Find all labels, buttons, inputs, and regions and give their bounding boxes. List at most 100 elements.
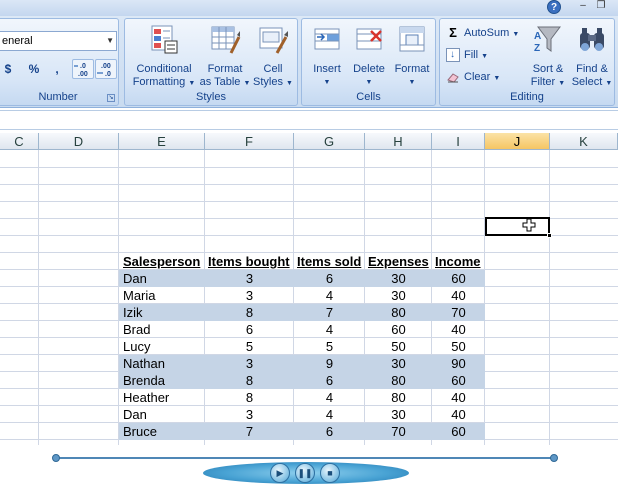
table-cell-bought[interactable]: 3 [205, 270, 294, 287]
seek-start-handle[interactable] [52, 454, 60, 462]
column-header-d[interactable]: D [39, 133, 119, 150]
sort-filter-button[interactable]: A Z Sort & Filter ▼ [526, 23, 570, 90]
table-cell-sold[interactable]: 6 [294, 423, 365, 440]
decrease-decimal-button[interactable]: .00 .0 [95, 59, 117, 79]
table-cell-bought[interactable]: 3 [205, 287, 294, 304]
percent-button[interactable]: % [24, 59, 44, 79]
currency-button[interactable]: $ [1, 59, 15, 79]
number-dialog-launcher-icon[interactable]: ↘ [107, 94, 115, 102]
table-cell-expenses[interactable]: 30 [365, 287, 432, 304]
table-cell-name[interactable]: Dan [123, 270, 203, 287]
header-expenses[interactable]: Expenses [368, 253, 429, 270]
table-cell-income[interactable]: 60 [432, 372, 485, 389]
table-cell-bought[interactable]: 8 [205, 304, 294, 321]
table-cell-bought[interactable]: 3 [205, 406, 294, 423]
table-cell-sold[interactable]: 6 [294, 270, 365, 287]
table-cell-sold[interactable]: 7 [294, 304, 365, 321]
table-cell-name[interactable]: Heather [123, 389, 203, 406]
clear-button[interactable]: Clear ▼ [446, 68, 500, 86]
table-cell-expenses[interactable]: 70 [365, 423, 432, 440]
column-header-f[interactable]: F [205, 133, 294, 150]
increase-decimal-button[interactable]: .0 .00 [72, 59, 94, 79]
comma-style-button[interactable]: , [50, 59, 64, 79]
column-header-e[interactable]: E [119, 133, 205, 150]
column-header-g[interactable]: G [294, 133, 365, 150]
table-cell-income[interactable]: 70 [432, 304, 485, 321]
svg-text:.00: .00 [78, 71, 88, 78]
table-cell-name[interactable]: Brenda [123, 372, 203, 389]
delete-button[interactable]: Delete ▼ [348, 23, 390, 89]
seek-track[interactable] [56, 457, 554, 459]
column-header-c[interactable]: C [0, 133, 39, 150]
format-as-table-button[interactable]: Format as Table ▼ [199, 23, 251, 90]
column-header-j[interactable]: J [485, 133, 550, 150]
header-salesperson[interactable]: Salesperson [123, 253, 200, 270]
table-cell-bought[interactable]: 5 [205, 338, 294, 355]
table-cell-bought[interactable]: 6 [205, 321, 294, 338]
table-cell-expenses[interactable]: 80 [365, 304, 432, 321]
table-cell-income[interactable]: 40 [432, 389, 485, 406]
header-items-bought[interactable]: Items bought [208, 253, 290, 270]
table-cell-income[interactable]: 50 [432, 338, 485, 355]
table-cell-name[interactable]: Dan [123, 406, 203, 423]
seek-end-handle[interactable] [550, 454, 558, 462]
table-cell-bought[interactable]: 7 [205, 423, 294, 440]
table-cell-name[interactable]: Nathan [123, 355, 203, 372]
table-cell-sold[interactable]: 4 [294, 287, 365, 304]
header-items-sold[interactable]: Items sold [297, 253, 361, 270]
play-button[interactable]: ▶ [270, 463, 290, 483]
table-cell-expenses[interactable]: 80 [365, 372, 432, 389]
fill-button[interactable]: ↓ Fill ▼ [446, 46, 488, 64]
insert-button[interactable]: Insert ▼ [306, 23, 348, 89]
table-cell-income[interactable]: 90 [432, 355, 485, 372]
table-cell-bought[interactable]: 8 [205, 389, 294, 406]
formula-bar[interactable] [0, 110, 618, 130]
table-cell-income[interactable]: 40 [432, 406, 485, 423]
header-income[interactable]: Income [435, 253, 481, 270]
table-cell-expenses[interactable]: 30 [365, 355, 432, 372]
pause-button[interactable]: ❚❚ [295, 463, 315, 483]
help-icon[interactable]: ? [547, 0, 561, 14]
minimize-ribbon-icon[interactable]: ‒ [576, 1, 590, 13]
table-cell-income[interactable]: 60 [432, 270, 485, 287]
active-cell-selection[interactable] [485, 217, 552, 238]
fill-handle[interactable] [547, 233, 552, 238]
autosum-button[interactable]: Σ AutoSum ▼ [446, 24, 519, 42]
table-cell-sold[interactable]: 9 [294, 355, 365, 372]
table-cell-expenses[interactable]: 30 [365, 270, 432, 287]
format-as-table-label-2: as Table [199, 76, 241, 88]
table-cell-expenses[interactable]: 30 [365, 406, 432, 423]
restore-window-icon[interactable]: ❐ [594, 1, 608, 13]
column-header-h[interactable]: H [365, 133, 432, 150]
stop-button[interactable]: ■ [320, 463, 340, 483]
chevron-down-icon: ▼ [243, 80, 251, 87]
table-cell-name[interactable]: Maria [123, 287, 203, 304]
table-cell-name[interactable]: Lucy [123, 338, 203, 355]
column-header-k[interactable]: K [550, 133, 618, 150]
table-cell-name[interactable]: Izik [123, 304, 203, 321]
table-cell-expenses[interactable]: 60 [365, 321, 432, 338]
table-cell-sold[interactable]: 4 [294, 389, 365, 406]
table-cell-sold[interactable]: 4 [294, 321, 365, 338]
conditional-formatting-button[interactable]: Conditional Formatting ▼ [129, 23, 199, 90]
table-cell-name[interactable]: Bruce [123, 423, 203, 440]
table-cell-name[interactable]: Brad [123, 321, 203, 338]
table-cell-sold[interactable]: 6 [294, 372, 365, 389]
table-cell-expenses[interactable]: 80 [365, 389, 432, 406]
cell-styles-button[interactable]: Cell Styles ▼ [251, 23, 295, 90]
table-cell-bought[interactable]: 3 [205, 355, 294, 372]
chevron-down-icon: ▼ [605, 80, 613, 87]
table-cell-income[interactable]: 40 [432, 321, 485, 338]
number-format-dropdown[interactable]: eneral ▼ [0, 31, 117, 51]
styles-group: Conditional Formatting ▼ Format as Table… [124, 18, 298, 106]
ribbon-top-strip [0, 0, 618, 16]
table-cell-expenses[interactable]: 50 [365, 338, 432, 355]
table-cell-sold[interactable]: 5 [294, 338, 365, 355]
table-cell-sold[interactable]: 4 [294, 406, 365, 423]
find-select-button[interactable]: Find & Select ▼ [570, 23, 614, 90]
table-cell-bought[interactable]: 8 [205, 372, 294, 389]
format-button[interactable]: Format ▼ [390, 23, 434, 89]
table-cell-income[interactable]: 40 [432, 287, 485, 304]
table-cell-income[interactable]: 60 [432, 423, 485, 440]
column-header-i[interactable]: I [432, 133, 485, 150]
